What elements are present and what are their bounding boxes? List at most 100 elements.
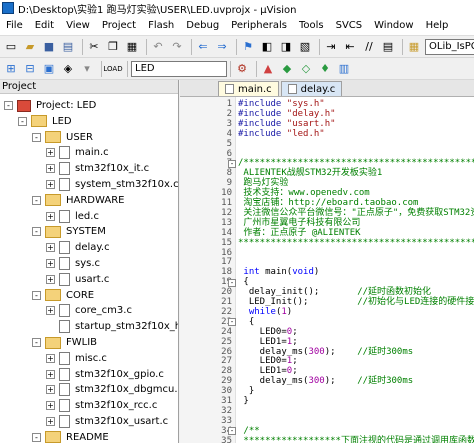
uncomment-icon[interactable]: ▤ (380, 39, 396, 55)
rebuild-icon[interactable]: ▣ (41, 61, 57, 77)
save-icon[interactable]: ■ (41, 39, 57, 55)
download-icon[interactable]: LOAD (103, 61, 122, 77)
expand-icon[interactable]: + (46, 259, 55, 268)
menu-window[interactable]: Window (370, 20, 421, 31)
code-line: ******************下面注视的代码是通过调用库函数 (238, 435, 474, 443)
unindent-icon[interactable]: ⇤ (342, 39, 358, 55)
expand-icon[interactable]: + (46, 243, 55, 253)
file-extensions-icon[interactable]: ▲ (260, 61, 276, 77)
toolbar-separator (127, 60, 128, 77)
menu-view[interactable]: View (62, 20, 98, 31)
tree-item-label: misc.c (75, 352, 107, 364)
tab-main-c[interactable]: main.c (218, 81, 279, 96)
collapse-icon[interactable]: - (32, 290, 41, 300)
tree-item-label: HARDWARE (66, 194, 125, 206)
expand-icon[interactable]: + (46, 417, 55, 426)
tree-item-label: Project: LED (36, 100, 97, 111)
nav-back-icon[interactable]: ⇐ (195, 39, 211, 55)
menu-tools[interactable]: Tools (295, 20, 332, 31)
line-number-gutter: 1234567-8910111213141516171819-20212223-… (180, 97, 236, 443)
nav-forward-icon[interactable]: ⇒ (214, 39, 230, 55)
toolbar-separator (101, 60, 102, 77)
collapse-icon[interactable]: - (32, 432, 41, 442)
expand-icon[interactable]: + (46, 180, 55, 189)
tree-item-label: LED (52, 115, 72, 127)
undo-icon[interactable]: ↶ (150, 39, 166, 55)
file-icon (59, 272, 70, 286)
expand-icon[interactable]: + (46, 369, 55, 379)
find-in-files-icon[interactable]: ▦ (406, 39, 422, 55)
expand-icon[interactable]: + (46, 164, 55, 174)
collapse-icon[interactable]: - (32, 227, 41, 237)
file-icon (59, 241, 70, 255)
tree-item-label: core_cm3.c (75, 305, 132, 317)
translate-icon[interactable]: ⊞ (3, 61, 19, 77)
pack-installer-icon[interactable]: ♦ (317, 61, 333, 77)
code-area[interactable]: #include "sys.h" #include "delay.h" #inclu… (238, 97, 474, 443)
tree-item-label: startup_stm32f10x_hd.s (75, 321, 178, 333)
target-options-icon[interactable]: ⚙ (234, 61, 250, 77)
comment-icon[interactable]: // (361, 39, 377, 55)
code-line: int main(void) (243, 267, 320, 278)
cut-icon[interactable]: ✂ (86, 39, 102, 55)
menu-flash[interactable]: Flash (144, 20, 182, 31)
collapse-icon[interactable]: - (32, 195, 41, 205)
expand-icon[interactable]: + (46, 211, 55, 221)
menu-project[interactable]: Project (98, 20, 144, 31)
tab-delay-c[interactable]: delay.c (280, 81, 343, 96)
indent-icon[interactable]: ⇥ (323, 39, 339, 55)
open-folder-icon[interactable]: ▰ (22, 39, 38, 55)
fold-toggle-icon[interactable]: - (228, 427, 236, 436)
prev-bookmark-icon[interactable]: ◧ (259, 39, 275, 55)
tree-item-label: SYSTEM (66, 226, 106, 238)
toolbar-separator (402, 38, 403, 55)
manage-components-icon[interactable]: ◆ (279, 61, 295, 77)
menu-edit[interactable]: Edit (31, 20, 62, 31)
menu-file[interactable]: File (2, 20, 31, 31)
paste-icon[interactable]: ▦ (124, 39, 140, 55)
collapse-icon[interactable]: - (18, 116, 27, 126)
fold-toggle-icon[interactable]: - (228, 159, 236, 168)
copy-icon[interactable]: ❐ (105, 39, 121, 55)
folder-icon (45, 431, 61, 443)
menu-help[interactable]: Help (422, 20, 457, 31)
menu-peripherals[interactable]: Peripherals (227, 20, 295, 31)
code-line: delay_ms(300); //延时300ms (238, 376, 414, 387)
clear-bookmarks-icon[interactable]: ▧ (297, 39, 313, 55)
fold-toggle-icon[interactable]: - (228, 318, 236, 327)
expand-icon[interactable]: + (46, 401, 55, 411)
editor-tabs: main.c delay.c (180, 80, 474, 97)
bookmark-icon[interactable]: ⚑ (240, 39, 256, 55)
line-number: 35 (221, 435, 232, 443)
file-icon (59, 304, 70, 318)
find-combo[interactable]: OLib_IsPCMode_ (425, 38, 474, 55)
menu-debug[interactable]: Debug (182, 20, 227, 31)
stop-build-icon[interactable]: ▾ (79, 61, 95, 77)
toolbar-separator (256, 60, 257, 77)
target-select[interactable]: LED (131, 60, 227, 77)
folder-icon (31, 115, 47, 128)
next-bookmark-icon[interactable]: ◨ (278, 39, 294, 55)
menu-svcs[interactable]: SVCS (332, 20, 371, 31)
folder-icon (45, 131, 61, 144)
expand-icon[interactable]: + (46, 385, 55, 395)
file-icon (59, 415, 70, 428)
expand-icon[interactable]: + (46, 306, 55, 316)
tree-folder-item[interactable]: - README (32, 428, 109, 443)
new-file-icon[interactable]: ▭ (3, 39, 19, 55)
build-icon[interactable]: ⊟ (22, 61, 38, 77)
batch-build-icon[interactable]: ◈ (60, 61, 76, 77)
collapse-icon[interactable]: - (4, 101, 13, 110)
collapse-icon[interactable]: - (32, 132, 41, 142)
expand-icon[interactable]: + (46, 353, 55, 363)
tab-label: main.c (238, 83, 272, 95)
expand-icon[interactable]: + (46, 274, 55, 284)
collapse-icon[interactable]: - (32, 338, 41, 347)
toolbar-separator (82, 38, 83, 55)
fold-toggle-icon[interactable]: - (228, 278, 236, 287)
run-time-env-icon[interactable]: ◇ (298, 61, 314, 77)
save-all-icon[interactable]: ▤ (60, 39, 76, 55)
books-icon[interactable]: ▥ (336, 61, 352, 77)
expand-icon[interactable]: + (46, 148, 55, 158)
redo-icon[interactable]: ↷ (169, 39, 185, 55)
